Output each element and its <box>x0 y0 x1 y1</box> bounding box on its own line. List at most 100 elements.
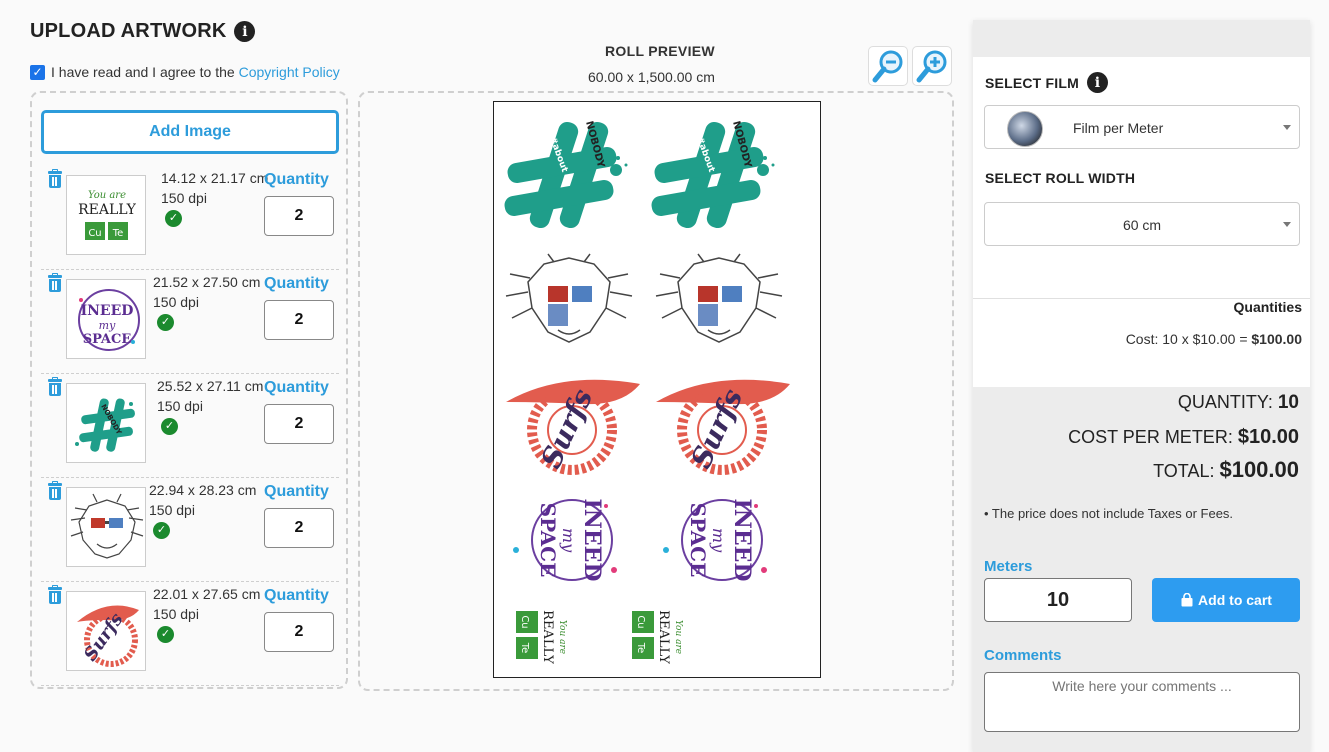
artwork-dpi: 150 dpi <box>149 502 195 518</box>
summary-total: TOTAL: $100.00 <box>1153 457 1299 482</box>
trash-icon[interactable] <box>48 481 62 500</box>
svg-text:Te: Te <box>112 228 124 239</box>
trash-icon[interactable] <box>48 169 62 188</box>
quantity-label: Quantity <box>264 483 329 500</box>
artwork-dimensions: 14.12 x 21.17 cm <box>161 170 269 186</box>
artwork-preview: Cu Te REALLY You are <box>632 610 683 664</box>
quantity-input[interactable]: 2 <box>264 300 334 340</box>
svg-text:REALLY: REALLY <box>78 202 137 218</box>
artwork-preview: NOBODY #about <box>651 120 775 229</box>
comments-textarea[interactable] <box>984 672 1300 732</box>
quantity-label: Quantity <box>264 379 329 396</box>
artwork-thumbnail: NOBODY <box>66 383 146 463</box>
svg-text:Te: Te <box>635 642 646 654</box>
artwork-preview <box>655 253 783 343</box>
artwork-preview: INEED my SPACE <box>663 498 767 582</box>
roll-preview-title: ROLL PREVIEW <box>605 43 715 59</box>
artwork-dimensions: 25.52 x 27.11 cm <box>157 378 264 394</box>
artwork-thumbnail <box>66 487 146 567</box>
upload-artwork-title: UPLOAD ARTWORK <box>30 20 227 42</box>
app-root: UPLOAD ARTWORK i ✓ I have read and I agr… <box>0 0 1329 752</box>
artwork-preview <box>505 253 633 343</box>
order-panel: SELECT FILM i Film per Meter SELECT ROLL… <box>973 20 1310 752</box>
artwork-dimensions: 22.01 x 27.65 cm <box>153 586 261 602</box>
roll-width-select[interactable]: 60 cm <box>984 202 1300 246</box>
svg-text:SPACE: SPACE <box>686 503 710 578</box>
svg-text:INEED: INEED <box>579 498 605 581</box>
artwork-preview: Surfs <box>506 379 640 475</box>
check-icon: ✓ <box>157 626 174 643</box>
upload-artwork-heading: UPLOAD ARTWORK i <box>30 20 256 43</box>
trash-icon[interactable] <box>48 585 62 604</box>
add-image-button[interactable]: Add Image <box>41 110 339 154</box>
price-note: • The price does not include Taxes or Fe… <box>984 506 1234 521</box>
meters-input[interactable]: 10 <box>984 578 1132 622</box>
artwork-preview: NOBODY #about <box>504 120 628 229</box>
artwork-item: NOBODY 25.52 x 27.11 cm 150 dpi ✓ Quanti… <box>41 374 339 478</box>
artwork-list-panel[interactable]: Add Image You are REALLY Cu Te 14.12 x 2… <box>30 91 348 689</box>
svg-text:REALLY: REALLY <box>540 610 555 664</box>
agree-text: I have read and I agree to the Copyright… <box>51 64 340 80</box>
zoom-out-button[interactable] <box>868 46 908 86</box>
quantity-input[interactable]: 2 <box>264 404 334 444</box>
check-icon: ✓ <box>153 522 170 539</box>
svg-text:INEED: INEED <box>81 303 134 319</box>
svg-text:Cu: Cu <box>519 615 530 628</box>
add-to-cart-label: Add to cart <box>1198 592 1272 608</box>
info-icon[interactable]: i <box>234 21 256 42</box>
artwork-thumbnail: You are REALLY Cu Te <box>66 175 146 255</box>
roll-width-value: 60 cm <box>1122 217 1162 233</box>
copyright-agreement: ✓ I have read and I agree to the Copyrig… <box>30 64 340 80</box>
artwork-item: 22.94 x 28.23 cm 150 dpi ✓ Quantity 2 <box>41 478 339 582</box>
artwork-item: You are REALLY Cu Te 14.12 x 21.17 cm 15… <box>41 166 339 270</box>
agree-checkbox[interactable]: ✓ <box>30 64 45 80</box>
meters-label: Meters <box>984 558 1033 575</box>
artwork-dpi: 150 dpi <box>153 606 199 622</box>
quantity-label: Quantity <box>264 171 329 188</box>
artwork-thumbnail: Surfs <box>66 591 146 671</box>
summary-cost-per-meter-value: $10.00 <box>1237 426 1299 448</box>
svg-text:Te: Te <box>519 642 530 654</box>
artwork-preview: INEED my SPACE <box>513 498 617 582</box>
quantity-label: Quantity <box>264 275 329 292</box>
summary-quantity: QUANTITY: 10 <box>1177 392 1299 413</box>
check-icon: ✓ <box>161 418 178 435</box>
svg-text:INEED: INEED <box>729 498 755 581</box>
select-roll-width-label: SELECT ROLL WIDTH <box>985 170 1136 186</box>
trash-icon[interactable] <box>48 377 62 396</box>
select-film-label: SELECT FILM <box>985 74 1079 91</box>
film-select-value: Film per Meter <box>1073 120 1164 136</box>
artwork-dpi: 150 dpi <box>161 190 207 206</box>
svg-text:SPACE: SPACE <box>83 332 132 347</box>
summary-cost-per-meter: COST PER METER: $10.00 <box>1068 426 1299 448</box>
artwork-item: Surfs 22.01 x 27.65 cm 150 dpi ✓ Quantit… <box>41 582 339 686</box>
film-image <box>1007 111 1043 147</box>
svg-text:my: my <box>99 319 116 332</box>
check-icon: ✓ <box>165 210 182 227</box>
chevron-down-icon <box>1283 125 1291 130</box>
zoom-in-icon <box>916 50 947 83</box>
quantity-input[interactable]: 2 <box>264 196 334 236</box>
artwork-preview: Surfs <box>656 379 790 475</box>
svg-text:You are: You are <box>88 190 126 201</box>
cost-breakdown-total: $100.00 <box>1251 331 1302 347</box>
artwork-dpi: 150 dpi <box>153 294 199 310</box>
info-icon[interactable]: i <box>1086 72 1108 93</box>
select-film-heading: SELECT FILM i <box>985 72 1108 93</box>
svg-text:Cu: Cu <box>635 615 646 628</box>
zoom-in-button[interactable] <box>912 46 952 86</box>
quantity-input[interactable]: 2 <box>264 612 334 652</box>
svg-text:You are: You are <box>673 620 683 654</box>
copyright-policy-link[interactable]: Copyright Policy <box>239 64 340 80</box>
quantity-input[interactable]: 2 <box>264 508 334 548</box>
roll-canvas: NOBODY #about NOBODY #about Surfs Surfs … <box>493 101 821 678</box>
svg-text:You are: You are <box>557 620 567 654</box>
svg-text:Cu: Cu <box>88 228 101 239</box>
trash-icon[interactable] <box>48 273 62 292</box>
add-to-cart-button[interactable]: Add to cart <box>1152 578 1300 622</box>
film-select[interactable]: Film per Meter <box>984 105 1300 149</box>
roll-preview-dimensions: 60.00 x 1,500.00 cm <box>588 69 715 85</box>
svg-text:my: my <box>709 528 728 553</box>
comments-label: Comments <box>984 647 1062 664</box>
check-icon: ✓ <box>157 314 174 331</box>
